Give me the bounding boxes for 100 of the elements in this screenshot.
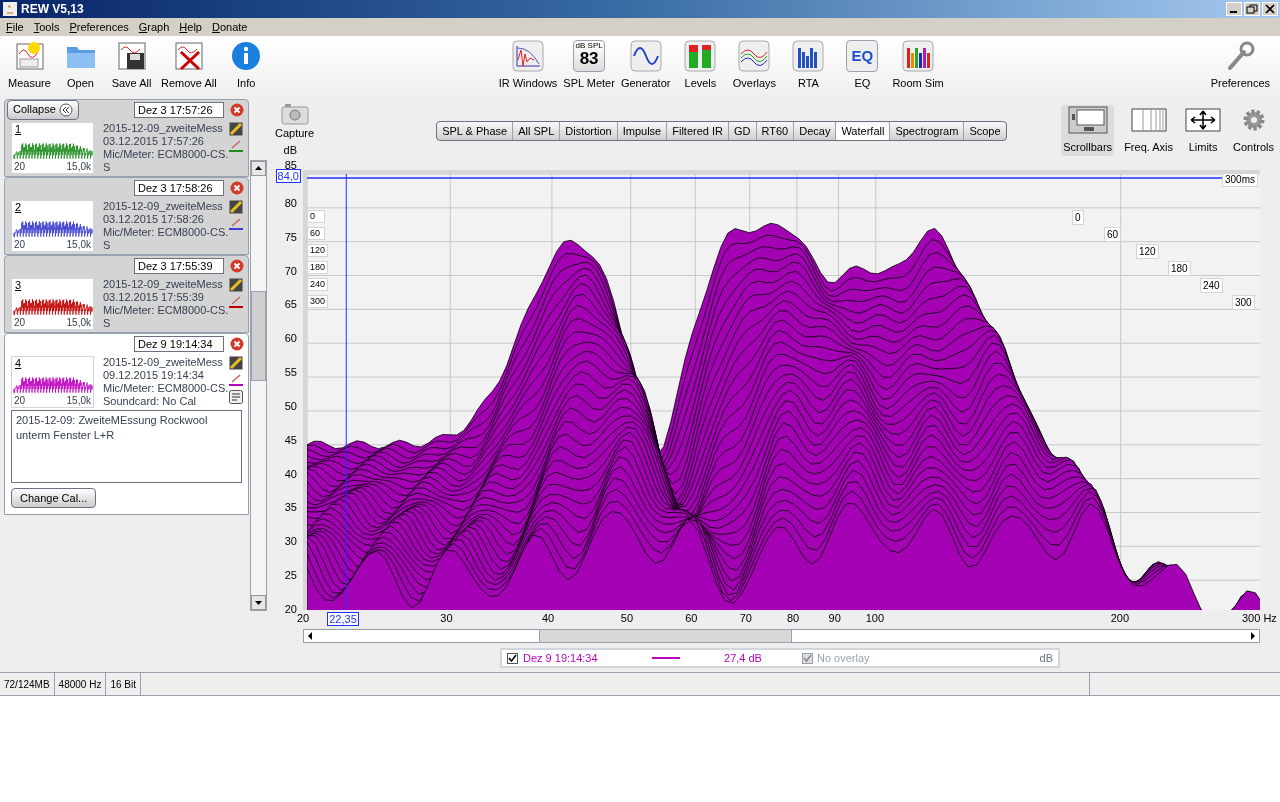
time-label: 300ms: [1222, 174, 1258, 187]
axis-label: 30: [440, 613, 453, 624]
minimize-icon[interactable]: [1226, 2, 1242, 16]
pencil-edit-icon[interactable]: [229, 122, 243, 136]
axis-label: 80: [786, 613, 800, 624]
measurement-name-field[interactable]: Dez 9 19:14:34: [134, 335, 224, 352]
vertical-grid-icon: [1130, 108, 1167, 132]
close-icon[interactable]: [1262, 2, 1278, 16]
time-label: 180: [307, 261, 329, 274]
legend-name: Dez 9 19:14:34: [523, 650, 598, 666]
menu-item[interactable]: Preferences: [64, 18, 134, 36]
toolbar-button[interactable]: RTA: [783, 39, 834, 92]
line-color-swatch[interactable]: [229, 150, 243, 152]
checkbox[interactable]: [507, 652, 518, 664]
axis-label: 25: [284, 570, 297, 582]
measurement-info-text: Mic/Meter: ECM8000-CS.: [103, 382, 229, 395]
graph-tab[interactable]: GD: [728, 122, 756, 140]
toolbar-button[interactable]: EQ EQ: [837, 39, 888, 92]
measurement-info-text: 03.12.2015 17:55:39: [103, 291, 204, 304]
axis-label: 50: [620, 613, 634, 624]
scroll-thumb[interactable]: [251, 291, 266, 381]
measurement-card[interactable]: Collapse Dez 3 17:57:26 1 20 15,0k 2015-12-09_zweiteMess 03.12.2015 17:57:26 Mic/Meter: ECM8000-CS. S: [4, 99, 249, 177]
horizontal-scrollbar[interactable]: [303, 629, 1260, 643]
pen-icon[interactable]: [231, 218, 241, 227]
notes-text-area[interactable]: 2015-12-09: ZweiteMEssung Rockwool unterm Fenster L+R: [11, 410, 242, 483]
graph-tab[interactable]: SPL & Phase: [437, 122, 513, 140]
time-label: 0: [1072, 210, 1084, 225]
axis-label: 60: [284, 333, 297, 345]
pencil-edit-icon[interactable]: [229, 356, 243, 370]
graph-tab[interactable]: Scope: [963, 122, 1006, 140]
time-label: 120: [1136, 244, 1159, 259]
axis-label: 60: [685, 613, 698, 624]
axis-label: 100: [865, 613, 885, 624]
graph-tab[interactable]: All SPL: [512, 122, 560, 140]
pen-icon[interactable]: [231, 374, 241, 383]
axis-label: 20: [14, 317, 26, 329]
line-color-swatch[interactable]: [229, 228, 243, 230]
toolbar-button[interactable]: Remove All: [159, 39, 219, 92]
measurement-card[interactable]: Dez 3 17:58:26 2 20 15,0k 2015-12-09_zweiteMess 03.12.2015 17:58:26 Mic/Meter: ECM8000-CS. S: [4, 177, 249, 255]
line-color-swatch[interactable]: [229, 306, 243, 308]
graph-tab[interactable]: Waterfall: [835, 122, 890, 140]
legend-reading: 27,4 dB: [724, 650, 762, 666]
toolbar-button[interactable]: IR Windows: [497, 39, 559, 92]
pen-icon[interactable]: [231, 140, 241, 149]
measurement-info-text: 09.12.2015 19:14:34: [103, 369, 204, 382]
graph-control-button[interactable]: Controls: [1231, 105, 1276, 156]
meter-unit-label: dB SPL: [575, 41, 603, 50]
scroll-thumb[interactable]: [539, 630, 792, 642]
menu-item[interactable]: Donate: [207, 18, 253, 36]
measurement-card[interactable]: Dez 3 17:55:39 3 20 15,0k 2015-12-09_zweiteMess 03.12.2015 17:55:39 Mic/Meter: ECM8000-CS. S: [4, 255, 249, 333]
axis-label: 75: [284, 231, 297, 243]
graph-tab[interactable]: Impulse: [616, 122, 667, 140]
menu-item[interactable]: Tools: [28, 18, 65, 36]
toolbar-button[interactable]: Levels: [675, 39, 726, 92]
line-color-swatch[interactable]: [229, 384, 243, 386]
graph-control-button[interactable]: Freq. Axis: [1122, 105, 1176, 156]
menu-item[interactable]: Graph: [133, 18, 175, 36]
graph-tab[interactable]: Spectrogram: [889, 122, 964, 140]
preferences-button[interactable]: Preferences: [1210, 39, 1270, 92]
scroll-down-icon[interactable]: [251, 595, 266, 610]
graph-tab[interactable]: RT60: [755, 122, 794, 140]
toolbar-button[interactable]: dB SPL 83 SPL Meter: [562, 39, 616, 92]
collapse-button[interactable]: Collapse: [7, 99, 79, 120]
bar-chart-icon: [902, 39, 935, 72]
time-label: 0: [307, 210, 325, 223]
toolbar-button[interactable]: Overlays: [729, 39, 780, 92]
restore-icon[interactable]: [1244, 2, 1260, 16]
toolbar-button[interactable]: Generator: [619, 39, 672, 92]
measurement-name-field[interactable]: Dez 3 17:55:39: [134, 257, 224, 274]
measurement-name-field[interactable]: Dez 3 17:58:26: [134, 179, 224, 196]
menu-item[interactable]: Help: [174, 18, 207, 36]
graph-control-button[interactable]: Limits: [1183, 105, 1224, 156]
time-label: 300: [1232, 295, 1255, 310]
pencil-edit-icon[interactable]: [229, 278, 243, 292]
measurement-number: 3: [15, 278, 22, 293]
axis-label: 15,0k: [66, 317, 91, 329]
toolbar-button[interactable]: Open: [57, 39, 104, 92]
axis-label: 20: [14, 395, 26, 407]
overlay-checkbox[interactable]: [801, 652, 813, 664]
graph-tab[interactable]: Distortion: [559, 122, 617, 140]
toolbar-button[interactable]: Room Sim: [891, 39, 945, 92]
measurement-card[interactable]: Dez 9 19:14:34 4 20 15,0k 2015-12-09_zweiteMess 09.12.2015 19:14:34 Mic/Meter: ECM8000-CS. Soundcard: No Cal 2015-12-09: ZweiteMEssung Rockwool unterm Fenster L+R Change Cal...: [4, 333, 249, 515]
graph-control-button[interactable]: Scrollbars: [1061, 105, 1115, 156]
axis-label: 20: [284, 604, 297, 615]
pencil-edit-icon[interactable]: [229, 200, 243, 214]
axis-label: 20: [14, 161, 26, 173]
capture-button[interactable]: Capture: [275, 103, 315, 140]
measurement-name-field[interactable]: Dez 3 17:57:26: [134, 101, 224, 118]
axis-label: 70: [739, 613, 752, 624]
pen-icon[interactable]: [231, 296, 241, 305]
measurement-info-text: Soundcard: No Cal: [103, 395, 196, 408]
toolbar-button[interactable]: Measure: [6, 39, 53, 92]
scroll-up-icon[interactable]: [251, 161, 266, 176]
notes-icon[interactable]: [229, 390, 243, 404]
menu-item[interactable]: File: [1, 18, 29, 36]
change-cal-button[interactable]: Change Cal...: [11, 488, 97, 508]
toolbar-button[interactable]: Info: [222, 39, 270, 92]
graph-tab[interactable]: Filtered IR: [666, 122, 728, 140]
toolbar-button[interactable]: Save All: [108, 39, 155, 92]
axis-label: 300 Hz: [1242, 613, 1277, 624]
